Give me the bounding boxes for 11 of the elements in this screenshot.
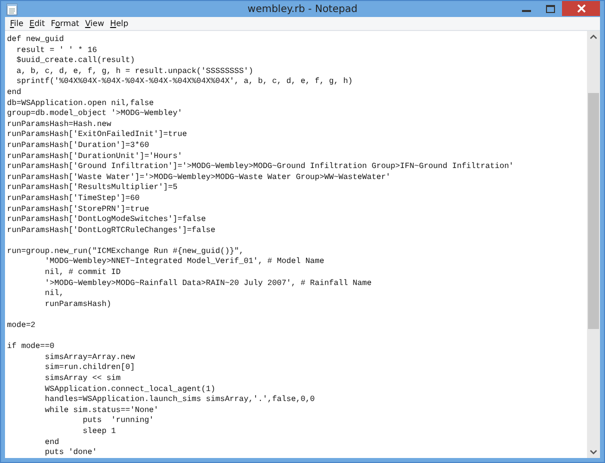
close-icon: [576, 4, 586, 13]
scrollbar-thumb[interactable]: [588, 93, 599, 329]
menu-item[interactable]: Format: [48, 19, 82, 28]
menu-item[interactable]: Help: [107, 19, 132, 28]
maximize-icon: [546, 4, 554, 12]
menu-item[interactable]: Edit: [26, 19, 48, 28]
scrollbar[interactable]: [587, 31, 600, 458]
close-button[interactable]: [562, 1, 600, 16]
menu-item[interactable]: View: [82, 19, 108, 28]
menu-item[interactable]: File: [7, 19, 26, 28]
window-title: wembley.rb - Notepad: [248, 4, 358, 14]
